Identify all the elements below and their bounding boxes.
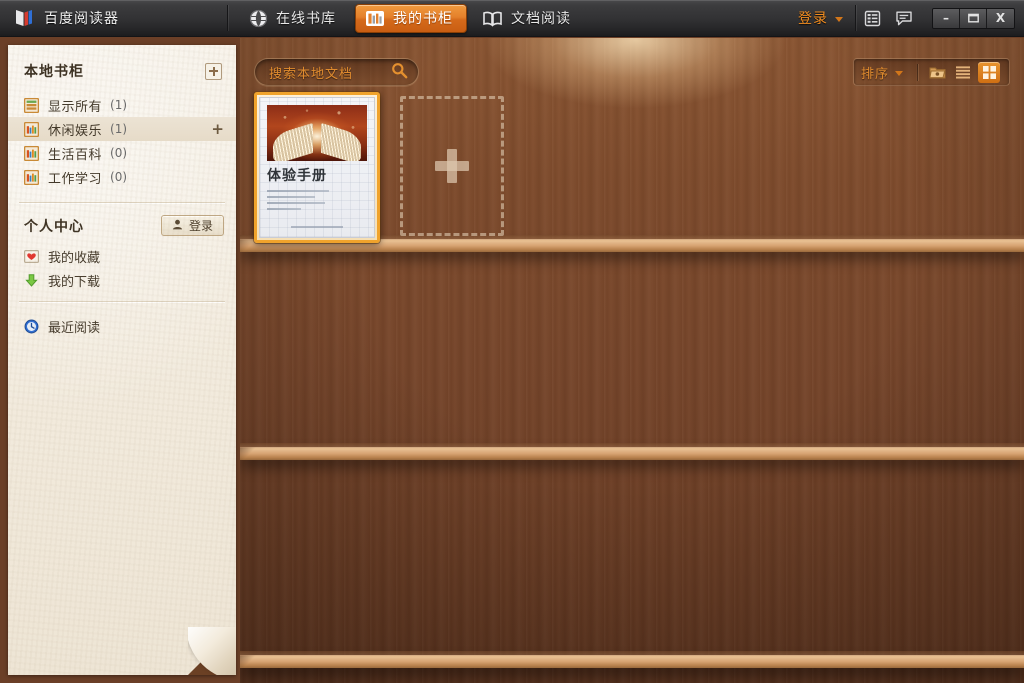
sidebar-login-button[interactable]: 登录 (160, 215, 224, 236)
sidebar-login-label: 登录 (188, 219, 213, 233)
shelf-books-icon (23, 145, 40, 161)
sort-button-label: 排序 (860, 66, 889, 82)
add-shelf-icon[interactable] (205, 62, 222, 80)
shelf-books-icon (23, 169, 40, 185)
tab-my-bookshelf-label: 我的书柜 (393, 11, 453, 27)
sidebar-header: 本地书柜 (8, 45, 236, 93)
brand-name: 百度阅读器 (44, 11, 119, 27)
personal-center-title: 个人中心 (24, 218, 84, 235)
sidebar-item-leisure-label: 休闲娱乐 (48, 123, 103, 139)
sidebar-divider-2 (19, 301, 225, 302)
grid-view-icon[interactable] (978, 61, 1000, 83)
chat-bubble-icon[interactable] (891, 5, 917, 31)
book-cover-text-lines (267, 190, 367, 210)
login-menu-button[interactable]: 登录 (798, 8, 843, 28)
bookshelf-area: 搜索本地文档 排序 体验手册 (240, 38, 1024, 683)
plus-icon (435, 149, 469, 183)
app-window: 百度阅读器 在线书库 我的书柜 文档阅读 登录 – X 本地书柜 显示所有 (1… (0, 0, 1024, 683)
shelf-board-3 (240, 651, 1024, 668)
tab-online-library[interactable]: 在线书库 (239, 4, 350, 33)
add-book-slot[interactable] (400, 96, 504, 236)
glowing-open-book-image (267, 105, 367, 161)
heart-icon (24, 249, 40, 264)
chevron-down-icon (835, 16, 843, 22)
maximize-button[interactable] (960, 8, 987, 28)
open-book-icon (482, 9, 503, 28)
toolbar-divider (917, 63, 918, 81)
sidebar-item-leisure-count: (1) (110, 122, 128, 136)
view-toolbar: 排序 (852, 58, 1010, 86)
titlebar-divider-2 (855, 5, 856, 31)
sidebar-item-recent[interactable]: 最近阅读 (8, 314, 236, 338)
clock-icon (24, 319, 39, 334)
page-curl-decoration (188, 627, 236, 675)
chevron-down-icon (895, 70, 903, 76)
shelf-board-2 (240, 443, 1024, 460)
shelf-books-icon (23, 121, 40, 137)
tab-document-reading[interactable]: 文档阅读 (472, 4, 585, 33)
sidebar-item-recent-label: 最近阅读 (48, 320, 101, 336)
list-panel-icon[interactable] (859, 5, 885, 31)
shelf-list: 显示所有 (1) 休闲娱乐 (1) + 生活百科 (0) 工作学习 (0) (8, 93, 236, 193)
book-cover: 体验手册 (259, 97, 375, 238)
list-view-icon[interactable] (952, 62, 974, 83)
sidebar-item-life[interactable]: 生活百科 (0) (8, 141, 236, 165)
titlebar-divider (227, 5, 228, 31)
sidebar: 本地书柜 显示所有 (1) 休闲娱乐 (1) + 生活百科 (0) 工作学习 (… (8, 45, 236, 675)
book-pages-right (321, 122, 361, 161)
login-menu-label: 登录 (798, 11, 828, 27)
brand: 百度阅读器 (0, 0, 227, 37)
sidebar-item-downloads-label: 我的下载 (48, 274, 101, 290)
titlebar-right: 登录 – X (798, 0, 1024, 37)
sidebar-item-show-all[interactable]: 显示所有 (1) (8, 93, 236, 117)
sidebar-item-leisure[interactable]: 休闲娱乐 (1) + (8, 117, 236, 141)
tab-my-bookshelf[interactable]: 我的书柜 (355, 3, 467, 33)
window-controls: – X (932, 7, 1015, 29)
sidebar-item-favorites-label: 我的收藏 (48, 250, 101, 266)
sidebar-item-work-count: (0) (110, 170, 128, 184)
sidebar-item-show-all-count: (1) (110, 98, 128, 112)
book-pages-left (273, 122, 313, 161)
bookcase-icon (365, 9, 385, 28)
shelf-all-icon (23, 97, 40, 113)
sidebar-item-favorites[interactable]: 我的收藏 (8, 244, 236, 268)
close-button[interactable]: X (987, 8, 1014, 28)
tab-document-reading-label: 文档阅读 (511, 11, 571, 27)
minimize-button[interactable]: – (933, 8, 960, 28)
download-arrow-icon (24, 273, 39, 288)
search-input[interactable]: 搜索本地文档 (269, 63, 391, 82)
folder-open-icon[interactable] (926, 62, 948, 83)
sidebar-item-life-count: (0) (110, 146, 128, 160)
sidebar-item-life-label: 生活百科 (48, 147, 103, 163)
sidebar-item-show-all-label: 显示所有 (48, 99, 103, 115)
sidebar-item-work[interactable]: 工作学习 (0) (8, 165, 236, 189)
user-icon (172, 219, 183, 233)
search-icon[interactable] (391, 62, 408, 83)
sidebar-title: 本地书柜 (24, 64, 84, 80)
add-book-to-shelf-icon[interactable]: + (211, 121, 224, 137)
book-item[interactable]: 体验手册 (254, 92, 380, 243)
title-bar: 百度阅读器 在线书库 我的书柜 文档阅读 登录 – X (0, 0, 1024, 37)
book-title: 体验手册 (267, 168, 327, 184)
tab-online-library-label: 在线书库 (276, 11, 336, 27)
personal-center-header: 个人中心 登录 (8, 203, 236, 244)
sort-button[interactable]: 排序 (861, 63, 911, 82)
sidebar-item-work-label: 工作学习 (48, 171, 103, 187)
nav-tabs: 在线书库 我的书柜 文档阅读 (239, 0, 590, 37)
book-logo-icon (13, 7, 35, 29)
sidebar-item-downloads[interactable]: 我的下载 (8, 268, 236, 292)
book-cover-footer-line (260, 226, 374, 228)
globe-icon (249, 9, 268, 28)
search-box[interactable]: 搜索本地文档 (254, 58, 419, 86)
